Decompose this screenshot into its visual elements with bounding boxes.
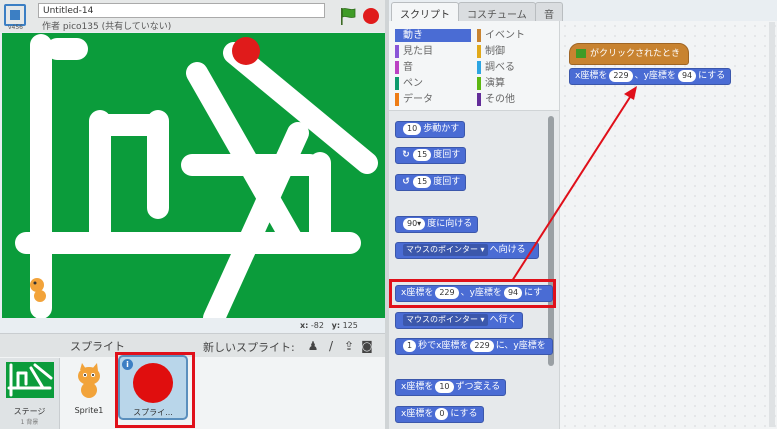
- block-set-x[interactable]: x座標を 0 にする: [395, 406, 484, 423]
- tab-costumes[interactable]: コスチューム: [458, 2, 536, 21]
- category-looks[interactable]: 見た目: [395, 45, 433, 58]
- block-change-x[interactable]: x座標を 10 ずつ変える: [395, 379, 507, 396]
- block-glide[interactable]: 1 秒でx座標を 229 に、y座標を: [395, 338, 553, 355]
- category-events[interactable]: イベント: [477, 29, 525, 42]
- block-point-direction[interactable]: 90▾ 度に向ける: [395, 216, 479, 233]
- block-turn-right[interactable]: ↻ 15 度回す: [395, 147, 467, 164]
- category-pen[interactable]: ペン: [395, 77, 423, 90]
- tab-scripts[interactable]: スクリプト: [391, 2, 459, 21]
- tab-sounds[interactable]: 音: [535, 2, 563, 21]
- annotation-highlight-block: [389, 279, 556, 308]
- block-turn-left[interactable]: ↺ 15 度回す: [395, 174, 467, 191]
- project-title-input[interactable]: [38, 3, 325, 18]
- turn-right-icon: ↻: [402, 150, 410, 160]
- block-move-steps[interactable]: 10 歩動かす: [395, 121, 466, 138]
- stage-maze-drawing: [15, 34, 378, 318]
- when-flag-clicked-hat[interactable]: がクリックされたとき: [569, 43, 690, 65]
- annotation-highlight-sprite: [115, 352, 195, 428]
- green-flag-icon: [576, 49, 586, 58]
- person-icon[interactable]: ♟: [306, 339, 320, 353]
- mouse-coordinates: x: -82 y: 125: [300, 321, 358, 330]
- category-data[interactable]: データ: [395, 93, 433, 106]
- sprite1-name: Sprite1: [74, 406, 104, 415]
- category-more-blocks[interactable]: その他: [477, 93, 515, 106]
- stage-thumbnail[interactable]: ステージ 1 背景: [0, 358, 60, 429]
- sprite-thumb-sprite1[interactable]: Sprite1: [64, 358, 114, 420]
- script-scrollbar[interactable]: [769, 22, 775, 427]
- stop-button[interactable]: [363, 8, 379, 24]
- category-sensing[interactable]: 調べる: [477, 61, 515, 74]
- block-categories: 動き イベント 見た目 制御 音 調べる ペン 演算 データ その他: [389, 21, 559, 111]
- turn-left-icon: ↺: [402, 177, 410, 187]
- cat-icon: [78, 363, 100, 398]
- upload-icon[interactable]: ⇪: [342, 339, 356, 353]
- project-author: 作者 pico135 (共有していない): [42, 22, 172, 32]
- editor-tabs: スクリプト コスチューム 音: [389, 0, 563, 21]
- script-goto-xy[interactable]: x座標を 229 、y座標を 94 にする: [569, 68, 732, 85]
- category-control[interactable]: 制御: [477, 45, 505, 58]
- stage-thumb-image: [6, 362, 54, 398]
- block-goto[interactable]: マウスのポインター ▾ へ行く: [395, 312, 523, 329]
- fullscreen-icon[interactable]: [4, 4, 26, 26]
- stage-thumb-sublabel: 1 背景: [20, 419, 39, 426]
- red-ball-sprite[interactable]: [232, 37, 260, 65]
- new-sprite-label: 新しいスプライト:: [203, 341, 295, 354]
- camera-icon[interactable]: ◙: [360, 339, 374, 353]
- block-point-towards[interactable]: マウスのポインター ▾ へ向ける: [395, 242, 539, 259]
- stage-thumb-label: ステージ: [13, 407, 46, 416]
- paintbrush-icon[interactable]: /: [324, 339, 338, 353]
- version-label: v456: [8, 24, 24, 31]
- palette-scrollbar[interactable]: [548, 116, 554, 366]
- category-operators[interactable]: 演算: [477, 77, 505, 90]
- green-flag-icon[interactable]: [338, 6, 358, 26]
- stage-canvas[interactable]: [2, 33, 386, 318]
- category-sound[interactable]: 音: [395, 61, 413, 74]
- category-motion[interactable]: 動き: [395, 29, 471, 42]
